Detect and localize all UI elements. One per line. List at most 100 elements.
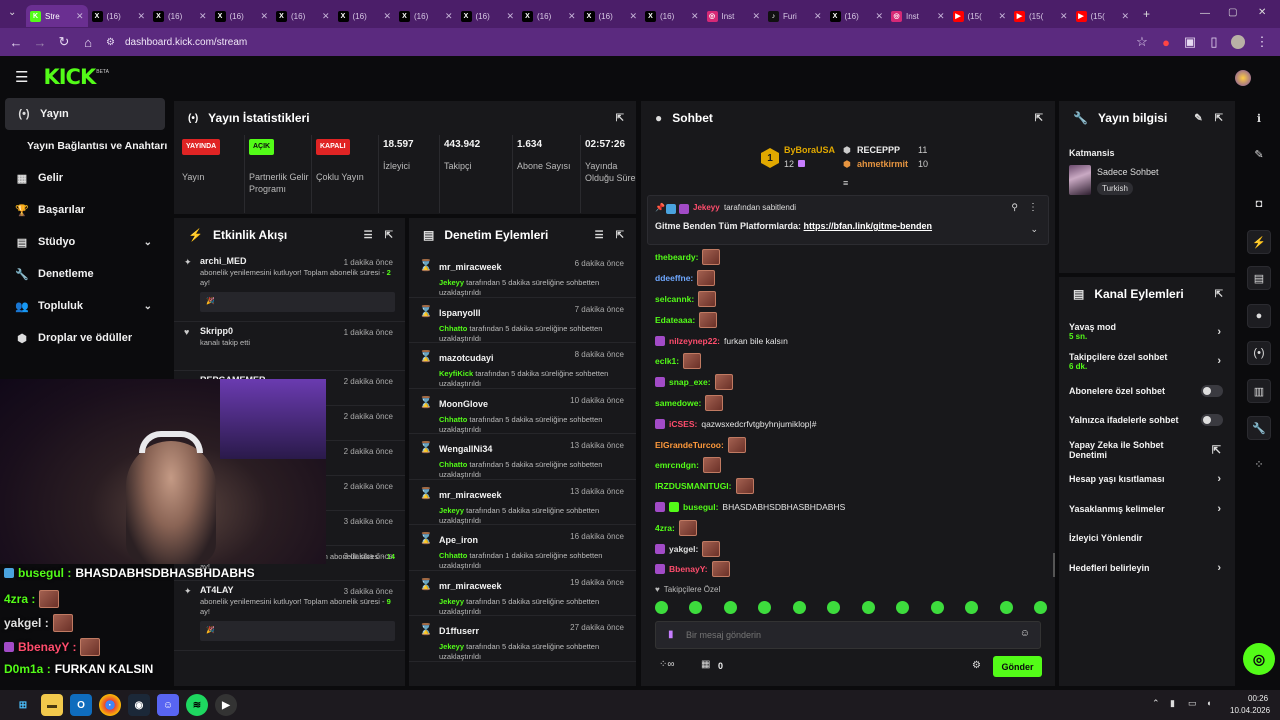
tab-close-icon[interactable]: ✕	[445, 11, 453, 22]
hamburger-menu-icon[interactable]: ☰	[15, 68, 28, 86]
tab-close-icon[interactable]: ✕	[937, 11, 945, 22]
profile-avatar[interactable]	[1226, 30, 1250, 54]
channel-action-row[interactable]: Yapay Zeka ile Sohbet Denetimi ⇱	[1059, 435, 1235, 465]
browser-tab[interactable]: X (16) ✕	[395, 5, 457, 27]
info-icon[interactable]: ℹ	[1247, 106, 1271, 130]
outlook-icon[interactable]: O	[70, 694, 92, 716]
toggle-switch[interactable]	[1201, 384, 1223, 397]
activity-user[interactable]: Skripp0	[200, 326, 233, 336]
tray-chevron-icon[interactable]: ⌃	[1152, 698, 1160, 709]
moderation-item[interactable]: ⌛ lspanyolll 7 dakika önce Chhatto tarafınd…	[409, 298, 636, 343]
tab-close-icon[interactable]: ✕	[506, 11, 514, 22]
chat-username[interactable]: ddeeffne:	[655, 273, 693, 283]
activity-item[interactable]: ♥ Skripp0 1 dakika önce kanalı takip etti	[174, 322, 405, 371]
browser-menu-icon[interactable]: ⋮	[1250, 30, 1274, 54]
chat-username[interactable]: BbenayY:	[669, 564, 708, 574]
moderation-item[interactable]: ⌛ Ape_iron 16 dakika önce Chhatto tarafında…	[409, 525, 636, 571]
moderator-name[interactable]: Jekeyy	[439, 642, 464, 651]
chevron-down-icon[interactable]: ⌄	[144, 301, 152, 312]
chat-username[interactable]: busegul:	[683, 502, 718, 512]
forward-icon[interactable]: →	[28, 30, 52, 54]
network-icon[interactable]: ▭	[1188, 698, 1197, 709]
quick-emote-icon[interactable]	[965, 601, 979, 614]
chat-message[interactable]: ElGrandeTurcoo:	[641, 434, 1055, 455]
tab-close-icon[interactable]: ✕	[199, 11, 207, 22]
moderated-user[interactable]: D1ffuserr	[439, 626, 479, 636]
moderated-user[interactable]: MoonGlove	[439, 399, 488, 409]
tab-close-icon[interactable]: ✕	[998, 11, 1006, 22]
new-tab-icon[interactable]: +	[1143, 7, 1150, 21]
quick-emote-icon[interactable]	[1033, 601, 1047, 614]
channel-action-row[interactable]: Hesap yaşı kısıtlaması ›	[1059, 465, 1235, 495]
quick-emote-icon[interactable]	[689, 601, 703, 614]
chat-message[interactable]: iCSES: qazwsxedcrfvtgbyhnjumiklop|#	[641, 413, 1055, 434]
chat-message[interactable]: IRZDUSMANITUGI:	[641, 476, 1055, 497]
category-thumbnail[interactable]	[1069, 165, 1091, 195]
moderation-item[interactable]: ⌛ mr_miracweek 13 dakika önce Jekeyy tarafı…	[409, 480, 636, 525]
tab-close-icon[interactable]: ✕	[76, 11, 84, 22]
sidebar-item[interactable]: (•) Yayın	[5, 98, 165, 130]
tab-close-icon[interactable]: ✕	[752, 11, 760, 22]
browser-tab[interactable]: ▶ (15(✕	[1010, 5, 1072, 27]
taskbar-date[interactable]: 10.04.2026	[1230, 706, 1270, 715]
close-window-icon[interactable]: ✕	[1258, 7, 1266, 18]
steam-icon[interactable]: ◉	[128, 694, 150, 716]
quick-emote-icon[interactable]	[655, 601, 668, 614]
unpin-icon[interactable]: ⚲	[1011, 202, 1018, 213]
moderator-name[interactable]: Chhatto	[439, 460, 467, 469]
browser-tab[interactable]: K Stre ✕	[26, 5, 88, 27]
chat-username[interactable]: ElGrandeTurcoo:	[655, 440, 724, 450]
wrench-icon[interactable]: 🔧	[1247, 416, 1271, 440]
chat-username[interactable]: eclk1:	[655, 356, 679, 366]
chat-input-box[interactable]: ▮ ☺	[655, 621, 1041, 649]
chat-message[interactable]: yakgel:	[641, 538, 1055, 559]
quick-emote-icon[interactable]	[792, 601, 806, 614]
chevron-right-icon[interactable]: ›	[1217, 503, 1221, 515]
browser-tab[interactable]: X (16) ✕	[334, 5, 396, 27]
chat-username[interactable]: IRZDUSMANITUGI:	[655, 481, 732, 491]
discord-icon[interactable]: ☺	[157, 694, 179, 716]
moderation-item[interactable]: ⌛ MoonGlove 10 dakika önce Chhatto tarafınd…	[409, 389, 636, 434]
browser-tab[interactable]: ◎ Inst ✕	[703, 5, 765, 27]
chat-username[interactable]: 4zra:	[655, 523, 675, 533]
chat-message[interactable]: snap_exe:	[641, 372, 1055, 393]
chat-message[interactable]: samedowe:	[641, 393, 1055, 414]
pinned-menu-icon[interactable]: ⋮	[1028, 202, 1038, 213]
file-explorer-icon[interactable]: ▬	[41, 694, 63, 716]
channel-action-row[interactable]: Hedefleri belirleyin ›	[1059, 553, 1235, 583]
chat-message[interactable]: 4zra:	[641, 517, 1055, 538]
chat-message[interactable]: thebeardy:	[641, 247, 1055, 268]
sidebar-item[interactable]: 👥 Topluluk ⌄	[0, 290, 170, 322]
gift-box-icon[interactable]: ▦	[701, 659, 710, 670]
chevron-right-icon[interactable]: ›	[1217, 355, 1221, 367]
channel-action-row[interactable]: Yavaş mod 5 sn. ›	[1059, 317, 1235, 347]
browser-tab[interactable]: X (16) ✕	[272, 5, 334, 27]
send-button[interactable]: Gönder	[993, 656, 1042, 677]
toggle-switch[interactable]	[1201, 414, 1223, 427]
moderation-item[interactable]: ⌛ mr_miracweek 6 dakika önce Jekeyy tarafın…	[409, 252, 636, 298]
layout-icon[interactable]: ▥	[1247, 379, 1271, 403]
browser-tab[interactable]: X (16) ✕	[457, 5, 519, 27]
popout-icon[interactable]: ⇱	[1215, 289, 1223, 300]
chat-message[interactable]: busegul: BHASDABHSDBHASBHDABHS	[641, 497, 1055, 518]
browser-tab[interactable]: X (16) ✕	[826, 5, 888, 27]
tab-close-icon[interactable]: ✕	[383, 11, 391, 22]
quick-emote-icon[interactable]	[827, 601, 841, 614]
chat-username[interactable]: iCSES:	[669, 419, 697, 429]
taskbar-time[interactable]: 00:26	[1248, 694, 1268, 703]
chrome-icon[interactable]: ·	[99, 694, 121, 716]
sidebar-item[interactable]: ▦ Gelir	[0, 162, 170, 194]
url-field[interactable]: dashboard.kick.com/stream	[125, 37, 1130, 48]
leader-second-name[interactable]: RECEPPP	[857, 145, 900, 155]
browser-tab[interactable]: ♪ Furi ✕	[764, 5, 826, 27]
tab-close-icon[interactable]: ✕	[691, 11, 699, 22]
chat-username[interactable]: emrcndgn:	[655, 460, 699, 470]
browser-tab[interactable]: X (16) ✕	[518, 5, 580, 27]
bookmark-star-icon[interactable]: ☆	[1130, 30, 1154, 54]
kick-logo[interactable]: KICK	[43, 65, 96, 89]
activity-item[interactable]: ✦ archi_MED 1 dakika önce abonelik yenileme…	[174, 252, 405, 322]
moderation-item[interactable]: ⌛ mazotcudayi 8 dakika önce KeyfiKick taraf…	[409, 343, 636, 389]
home-icon[interactable]: ⌂	[76, 30, 100, 54]
channel-action-row[interactable]: Abonelere özel sohbet	[1059, 376, 1235, 406]
chat-username[interactable]: snap_exe:	[669, 377, 711, 387]
